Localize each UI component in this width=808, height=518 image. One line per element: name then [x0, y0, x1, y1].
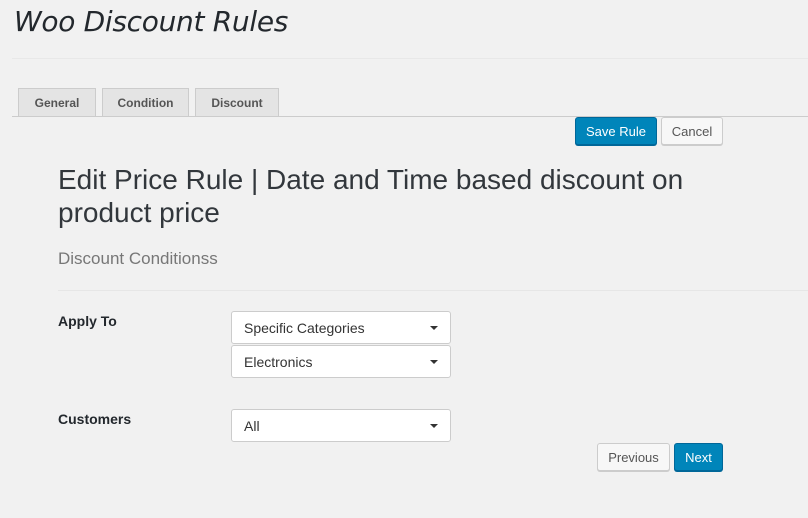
- customers-label: Customers: [58, 411, 132, 427]
- save-rule-button[interactable]: Save Rule: [575, 117, 657, 145]
- divider: [12, 58, 808, 59]
- tab-discount[interactable]: Discount: [195, 88, 279, 117]
- page-title: Edit Price Rule | Date and Time based di…: [58, 164, 684, 228]
- apply-to-select[interactable]: Specific Categories: [231, 311, 451, 344]
- section-divider: [58, 290, 808, 291]
- section-subtitle: Discount Conditionss: [58, 249, 218, 268]
- previous-button[interactable]: Previous: [597, 443, 670, 471]
- cancel-button[interactable]: Cancel: [661, 117, 723, 145]
- apply-to-value: Specific Categories: [244, 319, 365, 336]
- app-title: Woo Discount Rules: [14, 5, 289, 38]
- next-button[interactable]: Next: [674, 443, 723, 471]
- customers-select[interactable]: All: [231, 409, 451, 442]
- category-select[interactable]: Electronics: [231, 345, 451, 378]
- apply-to-label: Apply To: [58, 313, 117, 329]
- caret-down-icon: [430, 326, 438, 330]
- tab-condition[interactable]: Condition: [102, 88, 189, 117]
- caret-down-icon: [430, 424, 438, 428]
- tab-bar: General Condition Discount: [18, 88, 285, 117]
- category-value: Electronics: [244, 353, 313, 370]
- customers-value: All: [244, 417, 260, 434]
- tab-general[interactable]: General: [18, 88, 96, 117]
- caret-down-icon: [430, 360, 438, 364]
